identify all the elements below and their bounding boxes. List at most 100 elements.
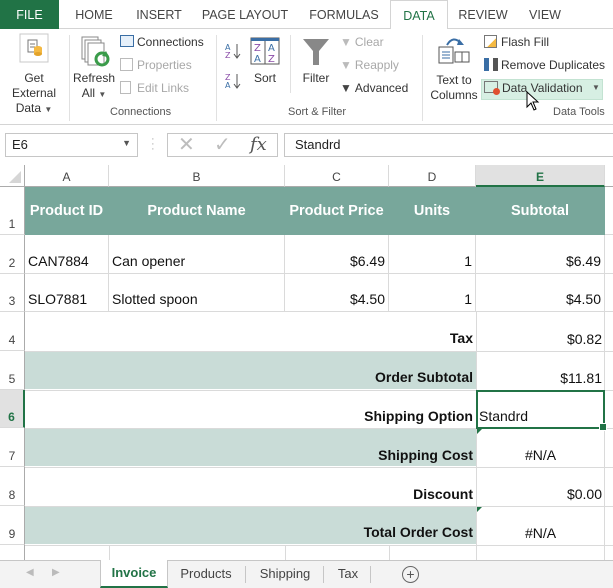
properties-button[interactable]: Properties — [120, 58, 192, 72]
cell-shipping-option-value[interactable]: Standrd — [476, 390, 605, 428]
header-cell-units[interactable]: Units — [389, 187, 476, 235]
text-to-columns-button[interactable]: Text to Columns — [427, 33, 481, 103]
cell-units[interactable]: 1 — [389, 274, 476, 312]
cell-product-name[interactable]: Slotted spoon — [109, 274, 285, 312]
clear-label: Clear — [354, 35, 384, 49]
cell-discount-value[interactable]: $0.00 — [476, 467, 605, 506]
column-header-b[interactable]: B — [109, 165, 285, 187]
summary-label-order-subtotal[interactable]: Order Subtotal — [375, 369, 473, 385]
column-header-f[interactable] — [605, 165, 613, 187]
column-header-a[interactable]: A — [25, 165, 109, 187]
scroll-sheets-right-icon[interactable]: ▶ — [52, 567, 60, 578]
tab-separator — [370, 566, 371, 583]
summary-label-discount[interactable]: Discount — [413, 486, 473, 502]
cell-f3[interactable] — [605, 274, 613, 312]
remove-duplicates-button[interactable]: Remove Duplicates — [484, 58, 605, 72]
row-header-5[interactable]: 5 — [0, 351, 25, 390]
insert-function-icon[interactable]: fx — [250, 134, 267, 156]
worksheet-grid: A B C D E 1 2 3 4 5 6 7 8 9 Product ID P… — [0, 165, 613, 560]
cell-f2[interactable] — [605, 235, 613, 274]
cell-shipping-cost-value[interactable]: #N/A — [476, 428, 605, 467]
name-box[interactable]: E6 ▼ — [5, 133, 138, 157]
add-sheet-button[interactable]: + — [402, 566, 419, 583]
get-external-data-button[interactable]: Get External Data ▼ — [2, 31, 66, 115]
flash-fill-button[interactable]: Flash Fill — [484, 35, 549, 49]
cell-total-order-cost-value[interactable]: #N/A — [476, 506, 605, 545]
clear-filter-button[interactable]: ▼ Clear — [340, 35, 384, 49]
row-header-9[interactable]: 9 — [0, 506, 25, 545]
tab-file[interactable]: FILE — [0, 0, 59, 29]
name-box-dropdown-icon[interactable]: ▼ — [122, 138, 131, 148]
get-external-data-label-1: Get External — [11, 71, 57, 100]
tab-data[interactable]: DATA — [390, 0, 448, 30]
cell-subtotal[interactable]: $4.50 — [476, 274, 605, 312]
formula-input[interactable]: Standrd — [284, 133, 613, 157]
sort-z-to-a-button[interactable]: Z A — [224, 71, 244, 91]
cell-subtotal[interactable]: $6.49 — [476, 235, 605, 274]
connections-button[interactable]: Connections — [120, 35, 204, 49]
refresh-label-1: Refresh — [72, 71, 116, 85]
error-indicator-icon[interactable] — [477, 507, 482, 512]
sheet-tab-products[interactable]: Products — [170, 561, 242, 587]
column-header-c[interactable]: C — [285, 165, 389, 187]
cell-f1[interactable] — [605, 187, 613, 235]
header-cell-subtotal[interactable]: Subtotal — [476, 187, 605, 235]
edit-links-button[interactable]: Edit Links — [120, 81, 189, 95]
cell-product-name[interactable]: Can opener — [109, 235, 285, 274]
row-header-10[interactable] — [0, 545, 25, 560]
row-header-7[interactable]: 7 — [0, 428, 25, 467]
tab-formulas[interactable]: FORMULAS — [302, 0, 386, 29]
column-header-e[interactable]: E — [476, 165, 605, 187]
dropdown-caret-icon: ▼ — [44, 105, 53, 114]
sort-a-to-z-button[interactable]: A Z — [224, 41, 244, 61]
enter-icon[interactable]: ✓ — [214, 134, 231, 156]
sheet-tab-shipping[interactable]: Shipping — [248, 561, 322, 587]
header-cell-product-name[interactable]: Product Name — [109, 187, 285, 235]
cell-product-id[interactable]: SLO7881 — [25, 274, 109, 312]
column-header-d[interactable]: D — [389, 165, 476, 187]
row-header-1[interactable]: 1 — [0, 187, 25, 235]
tab-page-layout[interactable]: PAGE LAYOUT — [197, 0, 293, 29]
data-validation-label: Data Validation — [502, 81, 583, 95]
row-header-3[interactable]: 3 — [0, 274, 25, 312]
row-header-8[interactable]: 8 — [0, 467, 25, 506]
ribbon-tab-bar: FILE HOME INSERT PAGE LAYOUT FORMULAS DA… — [0, 0, 613, 30]
text-to-columns-icon — [438, 38, 470, 64]
tab-home[interactable]: HOME — [66, 0, 122, 29]
refresh-all-button[interactable]: Refresh All ▼ — [72, 31, 116, 103]
summary-label-tax[interactable]: Tax — [450, 330, 473, 346]
cell-order-subtotal-value[interactable]: $11.81 — [476, 351, 605, 390]
summary-label-shipping-cost[interactable]: Shipping Cost — [378, 447, 473, 463]
error-indicator-icon[interactable] — [477, 429, 482, 434]
row-header-4[interactable]: 4 — [0, 312, 25, 351]
header-cell-product-price[interactable]: Product Price — [285, 187, 389, 235]
tab-review[interactable]: REVIEW — [454, 0, 512, 29]
sheet-tab-tax[interactable]: Tax — [326, 561, 370, 587]
formula-bar-grip-icon[interactable]: · · · — [151, 134, 155, 155]
svg-text:Z: Z — [225, 51, 231, 60]
summary-label-shipping-option[interactable]: Shipping Option — [364, 408, 473, 424]
gridline — [389, 545, 390, 560]
cell-product-id[interactable]: CAN7884 — [25, 235, 109, 274]
reapply-button[interactable]: ▼ Reapply — [340, 58, 399, 72]
row-header-2[interactable]: 2 — [0, 235, 25, 274]
row-header-6[interactable]: 6 — [0, 390, 25, 428]
summary-label-total-order-cost[interactable]: Total Order Cost — [364, 524, 473, 540]
header-cell-product-id[interactable]: Product ID — [25, 187, 109, 235]
scroll-sheets-left-icon[interactable]: ◀ — [26, 567, 34, 578]
sheet-tab-invoice[interactable]: Invoice — [100, 560, 168, 588]
filter-button[interactable]: Filter — [298, 35, 334, 95]
select-all-button[interactable] — [0, 165, 25, 187]
tab-view[interactable]: VIEW — [521, 0, 569, 29]
sort-button[interactable]: Z A A Z Sort — [248, 35, 282, 95]
cell-product-price[interactable]: $4.50 — [285, 274, 389, 312]
tab-insert[interactable]: INSERT — [128, 0, 190, 29]
clear-filter-icon: ▼ — [340, 35, 352, 49]
cell-units[interactable]: 1 — [389, 235, 476, 274]
filter-icon — [303, 39, 329, 65]
cell-tax-value[interactable]: $0.82 — [476, 312, 605, 351]
data-validation-dropdown[interactable]: ▼ — [592, 83, 600, 92]
cell-product-price[interactable]: $6.49 — [285, 235, 389, 274]
advanced-filter-button[interactable]: ▼ Advanced — [340, 81, 408, 95]
cancel-icon[interactable]: ✕ — [178, 134, 195, 156]
